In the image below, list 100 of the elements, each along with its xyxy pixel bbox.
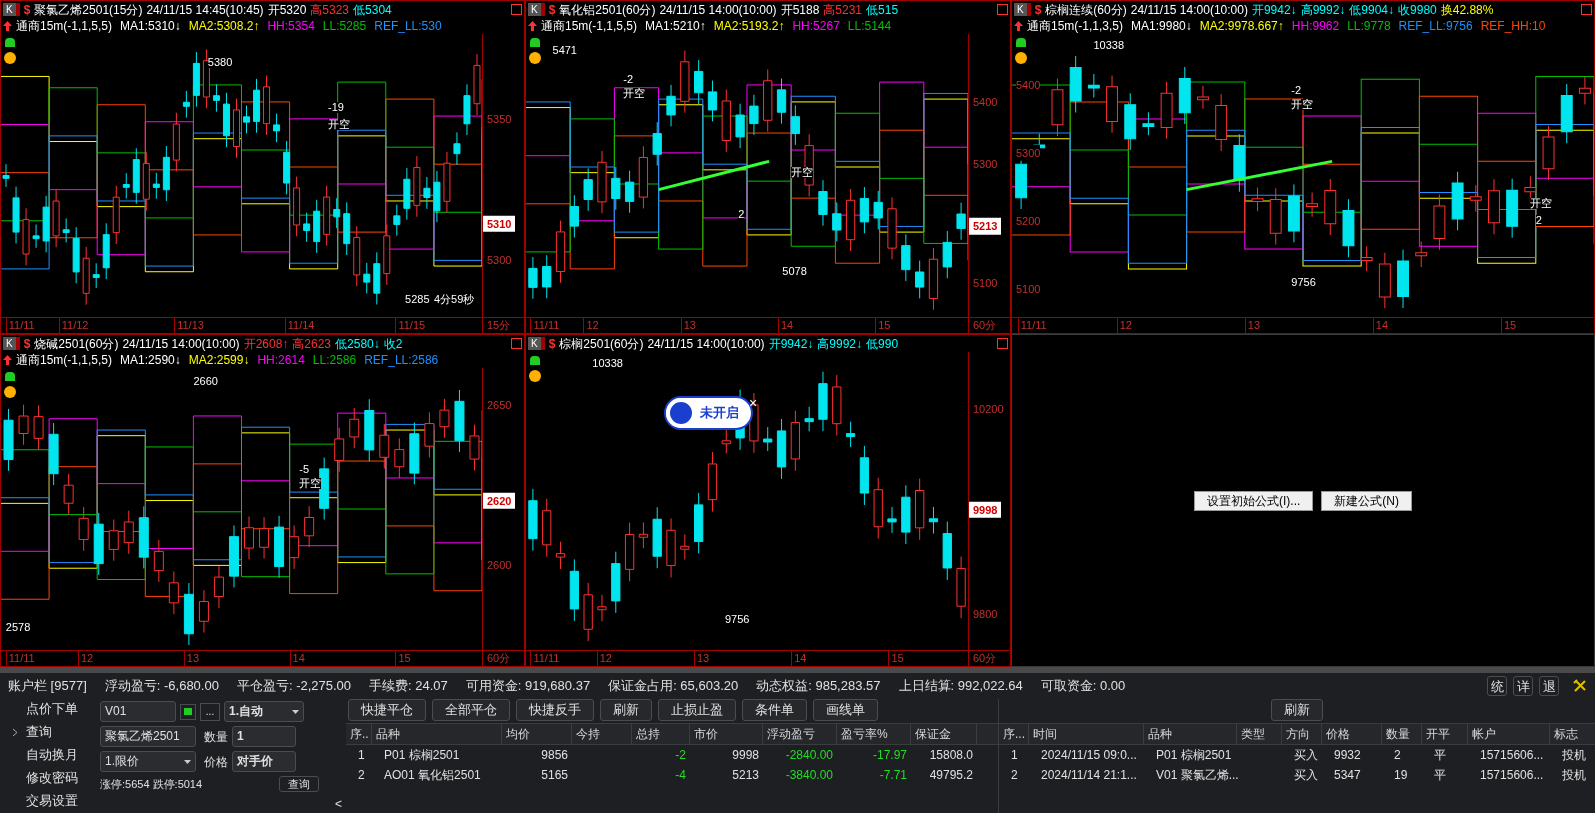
time-tick: 11/14 <box>284 318 315 333</box>
column-header[interactable]: 标志 <box>1550 724 1595 744</box>
toolbar-button[interactable]: 止损止盈 <box>658 699 736 721</box>
time-tick: 15 <box>888 651 904 666</box>
table-cell: 买入 <box>1294 768 1318 782</box>
menu-item[interactable]: 自动换月 <box>12 745 100 765</box>
chart-annotation: 10338 <box>592 357 623 369</box>
column-header[interactable]: 市价 <box>690 724 763 744</box>
table-cell: 15715606... <box>1480 748 1544 762</box>
period-label: 60分 <box>482 651 524 666</box>
toolbar-button[interactable]: 刷新 <box>600 699 652 721</box>
order-type-select[interactable]: 1.限价 <box>100 751 196 772</box>
chart-type-button[interactable]: K <box>528 337 545 350</box>
quote-value: 高9992↓ <box>1300 1 1346 18</box>
quote-value: 收9980 <box>1398 1 1437 18</box>
time-tick: 11/11 <box>5 318 35 333</box>
column-header[interactable]: 盈亏率% <box>837 724 911 744</box>
column-header[interactable]: 序.. <box>346 724 372 744</box>
toolbar-button[interactable]: 全部平仓 <box>432 699 510 721</box>
indicator-value: MA2:5308.2↑ <box>188 18 260 34</box>
formula-name: 通商15m(-1,1,5,5) <box>541 18 638 34</box>
chart-annotation: 5078 <box>782 266 807 278</box>
table-cell: 5165 <box>541 768 568 782</box>
chart-annotation: -5 <box>299 463 309 475</box>
toolbar-button[interactable]: 快捷反手 <box>516 699 594 721</box>
column-header[interactable]: 今持 <box>572 724 632 744</box>
account-field[interactable]: V01 <box>100 701 176 722</box>
column-header[interactable]: 方向 <box>1282 724 1322 744</box>
price-field[interactable]: 对手价 <box>232 751 296 772</box>
column-header[interactable]: 序... <box>999 724 1029 744</box>
price-tick: 10200 <box>973 401 1004 417</box>
time-tick: 11/11 <box>1017 318 1047 333</box>
formula-button[interactable]: 设置初始公式(I)... <box>1194 490 1314 511</box>
quote-value: 低5304 <box>353 1 392 18</box>
toolbar-button[interactable]: 条件单 <box>742 699 807 721</box>
quantity-field[interactable]: 1 <box>232 726 296 747</box>
chart-time: 24/11/15 14:00(10:00) <box>647 335 765 352</box>
price-tick: 9800 <box>973 607 998 622</box>
query-button[interactable]: 查询 <box>279 776 319 793</box>
column-header[interactable]: 开平 <box>1422 724 1468 744</box>
quote-value: 低2580↓ <box>335 335 380 352</box>
currency-mark: $ <box>1034 1 1042 18</box>
chart-title: 氧化铝2501(60分) <box>559 1 656 18</box>
refresh-button[interactable]: 刷新 <box>1271 699 1323 721</box>
price-tick: 5400 <box>973 94 998 110</box>
column-header[interactable]: 价格 <box>1322 724 1382 744</box>
order-row[interactable]: 1 2024/11/15 09:0... P01 棕榈2501 买入 9932 2 平 15715606... 投机 <box>999 745 1595 765</box>
time-tick: 11/11 <box>5 651 35 666</box>
column-header[interactable]: 均价 <box>502 724 572 744</box>
currency-mark: $ <box>548 1 556 18</box>
chart-annotation: -2 <box>623 73 633 85</box>
column-header[interactable]: 时间 <box>1029 724 1144 744</box>
order-row[interactable]: 2 2024/11/14 21:1... V01 聚氯乙烯... 买入 5347 19 平 15715606... 投机 <box>999 765 1595 785</box>
chart-annotation: 开空 <box>791 167 814 178</box>
symbol-field[interactable]: 聚氯乙烯2501 <box>100 726 196 747</box>
menu-item[interactable]: 查询 <box>12 722 100 742</box>
column-header[interactable]: 帐户 <box>1468 724 1550 744</box>
chart-annotation: 2578 <box>5 621 31 633</box>
price-tick: 2650 <box>487 397 512 413</box>
chart-type-button[interactable]: K <box>1014 3 1031 16</box>
toolbar-button[interactable]: 画线单 <box>813 699 878 721</box>
collapse-button[interactable]: < <box>335 795 342 813</box>
chart-type-button[interactable]: K <box>3 3 20 16</box>
indicator-value: REF_LL:9756 <box>1398 18 1473 34</box>
position-row[interactable]: 1 P01 棕榈2501 9856 -2 9998 -2840.00 -17.97 15808.0 <box>346 745 998 765</box>
column-header[interactable]: 浮动盈亏 <box>763 724 837 744</box>
formula-button[interactable]: 新建公式(N) <box>1321 490 1412 511</box>
indicator-value: HH:5267 <box>792 18 840 34</box>
column-header[interactable]: 保证金 <box>911 724 977 744</box>
indicator-value: REF_LL:530 <box>374 18 442 34</box>
indicator-value: MA1:9980↓ <box>1131 18 1192 34</box>
column-header[interactable]: 数量 <box>1382 724 1422 744</box>
time-tick: 14 <box>289 651 305 666</box>
table-cell: AO01 氧化铝2501 <box>384 768 481 782</box>
chart-title: 烧碱2501(60分) <box>34 335 119 352</box>
panel-button[interactable]: 统 <box>1487 676 1507 696</box>
quote-value: 低990 <box>866 335 899 352</box>
menu-item[interactable]: 修改密码 <box>12 768 100 788</box>
chart-title: 棕榈2501(60分) <box>559 335 644 352</box>
column-header[interactable]: 品种 <box>372 724 502 744</box>
account-stat: 可取资金: 0.00 <box>1040 677 1126 696</box>
currency-mark: $ <box>548 335 556 352</box>
more-button[interactable]: ... <box>200 702 220 721</box>
chart-annotation: 开空 <box>1529 198 1552 210</box>
account-stat: 上日结算: 992,022.64 <box>898 677 1023 696</box>
column-header[interactable]: 总持 <box>632 724 690 744</box>
panel-button[interactable]: 退 <box>1539 676 1559 696</box>
column-header[interactable]: 品种 <box>1144 724 1237 744</box>
menu-item[interactable]: 交易设置 <box>12 791 100 811</box>
chart-type-button[interactable]: K <box>528 3 545 16</box>
toolbar-button[interactable]: 快捷平仓 <box>348 699 426 721</box>
position-row[interactable]: 2 AO01 氧化铝2501 5165 -4 5213 -3840.00 -7.71 49795.2 <box>346 765 998 785</box>
chart-type-button[interactable]: K <box>3 337 20 350</box>
indicator-value: LL:2586 <box>312 352 357 368</box>
chart-annotation: 开空 <box>328 118 351 130</box>
account-stat: 浮动盈亏: -6,680.00 <box>104 677 219 696</box>
panel-button[interactable]: 详 <box>1513 676 1533 696</box>
menu-item[interactable]: 点价下单 <box>12 699 100 719</box>
column-header[interactable]: 类型 <box>1237 724 1282 744</box>
mode-select[interactable]: 1.自动 <box>224 701 304 722</box>
